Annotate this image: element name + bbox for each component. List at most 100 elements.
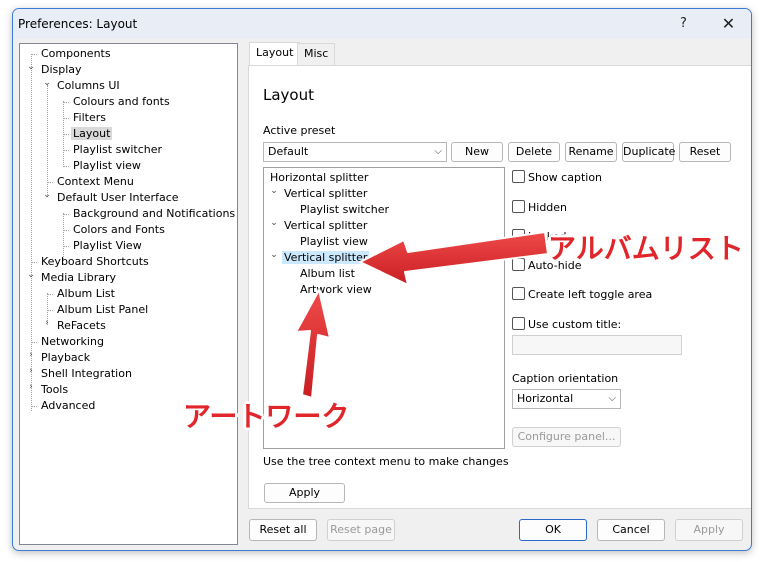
tree-item-label: Display — [41, 63, 82, 76]
reset-page-button[interactable]: Reset page — [327, 519, 395, 541]
chevron-down-icon[interactable]: ⌄ — [42, 190, 52, 206]
checkbox-label: Hidden — [528, 201, 568, 214]
tree-item-label: Playlist View — [73, 239, 142, 252]
tree-item-filters[interactable]: Filters — [63, 110, 108, 126]
preset-select-value: Default — [268, 145, 309, 158]
chevron-down-icon[interactable]: ⌄ — [26, 62, 36, 78]
custom-title-input[interactable] — [512, 335, 682, 355]
tree-item-refacets[interactable]: ReFacets — [55, 318, 108, 334]
tree-item-label: Album List Panel — [57, 303, 149, 316]
chevron-down-icon[interactable]: ⌄ — [26, 270, 36, 286]
tree-item-playlist-view-dui[interactable]: Playlist View — [63, 238, 144, 254]
layout-node-selected[interactable]: Vertical splitter — [282, 250, 370, 266]
layout-node-label: Album list — [300, 267, 355, 280]
tab-misc[interactable]: Misc — [297, 43, 336, 65]
chevron-right-icon[interactable]: › — [26, 382, 36, 398]
help-icon[interactable]: ? — [661, 9, 706, 39]
new-preset-button[interactable]: New — [451, 142, 503, 162]
apply-button[interactable]: Apply — [675, 519, 743, 541]
rename-preset-button[interactable]: Rename — [565, 142, 617, 162]
tree-item-columns-ui[interactable]: Columns UI — [55, 78, 122, 94]
layout-node[interactable]: Album list — [298, 266, 357, 282]
layout-node[interactable]: Playlist switcher — [298, 202, 391, 218]
title-bar[interactable]: Preferences: Layout ? ✕ — [13, 9, 751, 39]
chevron-down-icon[interactable]: ⌄ — [42, 78, 52, 94]
cancel-button[interactable]: Cancel — [597, 519, 665, 541]
annotation-album-list: アルバムリスト — [548, 232, 744, 265]
close-icon[interactable]: ✕ — [706, 9, 751, 39]
chevron-down-icon[interactable]: ⌄ — [269, 218, 279, 228]
ok-button[interactable]: OK — [519, 519, 587, 541]
checkbox-label: Create left toggle area — [528, 288, 653, 301]
delete-preset-button[interactable]: Delete — [508, 142, 560, 162]
layout-node[interactable]: Horizontal splitter — [268, 170, 370, 186]
tree-item-tools[interactable]: Tools — [39, 382, 70, 398]
tab-layout[interactable]: Layout — [249, 42, 301, 66]
tree-item-album-list[interactable]: Album List — [47, 286, 117, 302]
layout-node-label: Playlist view — [300, 235, 368, 248]
tree-item-album-list-panel[interactable]: Album List Panel — [47, 302, 150, 318]
checkbox-box[interactable] — [512, 287, 525, 300]
layout-node-label: Vertical splitter — [284, 187, 368, 200]
reset-all-button[interactable]: Reset all — [249, 519, 317, 541]
layout-hint: Use the tree context menu to make change… — [263, 455, 509, 468]
tree-item-label: Colors and Fonts — [73, 223, 165, 236]
tree-guide-line — [47, 85, 48, 197]
tree-item-label: Layout — [71, 127, 113, 140]
chevron-down-icon[interactable]: ⌄ — [269, 250, 279, 260]
preferences-tree[interactable]: Components ⌄ Display ⌄ Columns UI Colour… — [19, 43, 238, 545]
active-preset-label: Active preset — [263, 124, 336, 137]
tree-item-layout[interactable]: Layout — [63, 126, 113, 142]
tree-item-playlist-view[interactable]: Playlist view — [63, 158, 143, 174]
tree-item-display[interactable]: Display — [39, 62, 84, 78]
checkbox-box[interactable] — [512, 258, 525, 271]
caption-orientation-select[interactable]: Horizontal ⌵ — [512, 389, 621, 409]
tree-item-colours-and-fonts[interactable]: Colours and fonts — [63, 94, 172, 110]
checkbox-box[interactable] — [512, 200, 525, 213]
tree-item-networking[interactable]: Networking — [31, 334, 106, 350]
layout-node[interactable]: Vertical splitter — [282, 186, 369, 202]
tree-item-label: Playlist switcher — [73, 143, 162, 156]
chevron-right-icon[interactable]: › — [26, 350, 36, 366]
tree-item-label: Default User Interface — [57, 191, 179, 204]
page-title: Layout — [263, 86, 314, 104]
configure-panel-button[interactable]: Configure panel... — [512, 427, 621, 447]
tree-item-label: Background and Notifications — [73, 207, 236, 220]
tree-item-label: Components — [41, 47, 111, 60]
tree-item-components[interactable]: Components — [31, 46, 113, 62]
tree-item-default-user-interface[interactable]: Default User Interface — [55, 190, 181, 206]
tree-item-colors-and-fonts[interactable]: Colors and Fonts — [63, 222, 167, 238]
custom-title-checkbox[interactable]: Use custom title: — [512, 317, 621, 333]
show-caption-checkbox[interactable]: Show caption — [512, 170, 602, 186]
chevron-right-icon[interactable]: › — [42, 318, 52, 334]
layout-node[interactable]: Artwork view — [298, 282, 374, 298]
tree-item-label: ReFacets — [57, 319, 106, 332]
duplicate-preset-button[interactable]: Duplicate — [622, 142, 675, 162]
checkbox-label: Use custom title: — [528, 318, 622, 331]
tree-item-media-library[interactable]: Media Library — [39, 270, 118, 286]
layout-node[interactable]: Playlist view — [298, 234, 370, 250]
checkbox-box[interactable] — [512, 317, 525, 330]
chevron-right-icon[interactable]: › — [26, 366, 36, 382]
reset-preset-button[interactable]: Reset — [679, 142, 731, 162]
apply-layout-button[interactable]: Apply — [264, 483, 345, 503]
tree-item-context-menu[interactable]: Context Menu — [47, 174, 136, 190]
tree-item-label: Album List — [57, 287, 115, 300]
hidden-checkbox[interactable]: Hidden — [512, 200, 567, 216]
caption-orientation-value: Horizontal — [517, 392, 574, 405]
preset-select[interactable]: Default ⌵ — [263, 142, 447, 162]
tree-item-shell-integration[interactable]: Shell Integration — [39, 366, 134, 382]
tree-item-keyboard-shortcuts[interactable]: Keyboard Shortcuts — [31, 254, 151, 270]
layout-node-label: Playlist switcher — [300, 203, 389, 216]
tree-item-advanced[interactable]: Advanced — [31, 398, 97, 414]
left-toggle-checkbox[interactable]: Create left toggle area — [512, 287, 652, 303]
tree-item-background-and-notifications[interactable]: Background and Notifications — [63, 206, 237, 222]
checkbox-box[interactable] — [512, 229, 525, 242]
layout-node[interactable]: Vertical splitter — [282, 218, 369, 234]
tree-item-label: Columns UI — [57, 79, 120, 92]
tree-item-playlist-switcher[interactable]: Playlist switcher — [63, 142, 164, 158]
checkbox-box[interactable] — [512, 170, 525, 183]
tree-item-playback[interactable]: Playback — [39, 350, 92, 366]
tree-item-label: Keyboard Shortcuts — [41, 255, 149, 268]
chevron-down-icon[interactable]: ⌄ — [269, 186, 279, 196]
